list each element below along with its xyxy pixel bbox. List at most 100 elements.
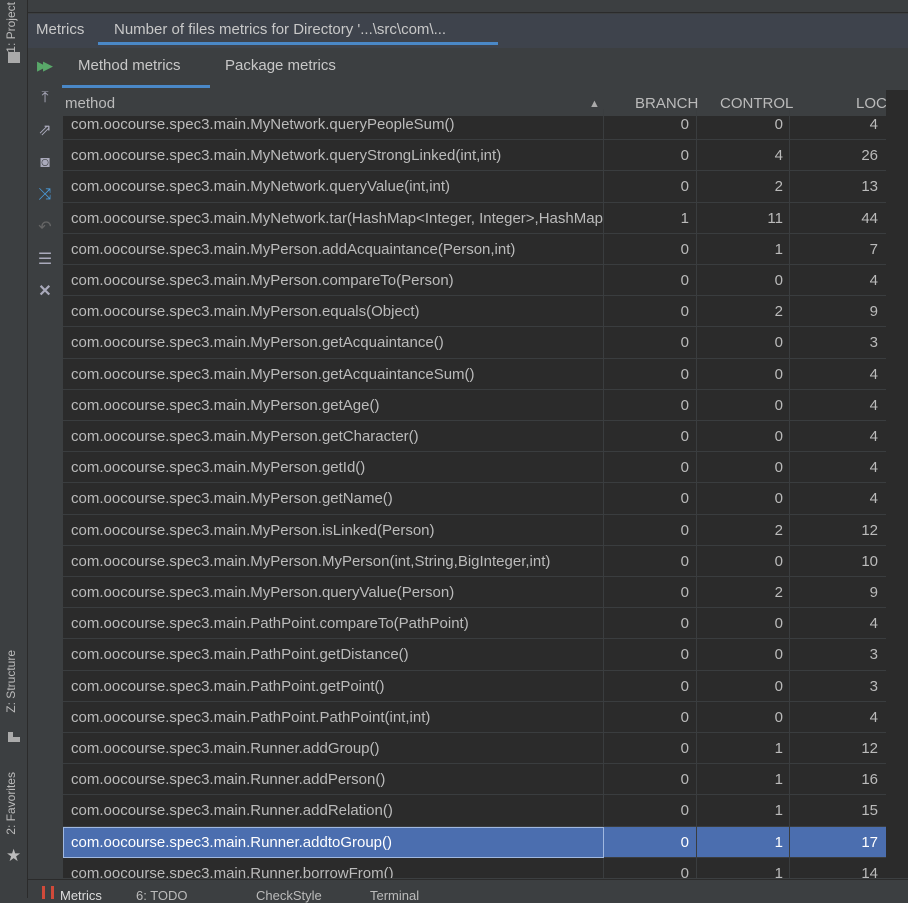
- tab-directory-metrics[interactable]: Number of files metrics for Directory '.…: [114, 21, 446, 38]
- table-row[interactable]: com.oocourse.spec3.main.MyPerson.addAcqu…: [63, 233, 886, 265]
- method-cell: com.oocourse.spec3.main.MyPerson.getAge(…: [63, 389, 604, 421]
- table-row[interactable]: com.oocourse.spec3.main.MyPerson.isLinke…: [63, 514, 886, 546]
- loc-cell: 4: [869, 116, 878, 133]
- structure-tool-button[interactable]: Z: Structure: [4, 650, 18, 713]
- branch-cell: 0: [604, 483, 697, 515]
- control-cell: 0: [697, 545, 790, 577]
- loc-cell: 14: [861, 864, 878, 878]
- control-cell: 0: [697, 701, 790, 733]
- loc-cell: 9: [869, 303, 878, 321]
- undo-icon: ↶: [38, 219, 52, 236]
- method-cell: com.oocourse.spec3.main.PathPoint.compar…: [63, 608, 604, 640]
- control-cell: 0: [697, 483, 790, 515]
- settings-sliders-icon[interactable]: ☰: [35, 250, 55, 270]
- close-icon[interactable]: ✕: [35, 282, 55, 302]
- method-cell: com.oocourse.spec3.main.MyPerson.compare…: [63, 265, 604, 296]
- control-cell: 1: [697, 733, 790, 764]
- project-tool-button[interactable]: 1: Project: [4, 2, 18, 53]
- table-row[interactable]: com.oocourse.spec3.main.MyPerson.getAcqu…: [63, 358, 886, 390]
- method-cell: com.oocourse.spec3.main.MyPerson.getAcqu…: [63, 358, 604, 390]
- control-cell: 11: [697, 202, 790, 234]
- loc-cell: 4: [869, 365, 878, 383]
- table-row[interactable]: com.oocourse.spec3.main.MyPerson.equals(…: [63, 296, 886, 328]
- method-cell: com.oocourse.spec3.main.Runner.addPerson…: [63, 764, 604, 796]
- diff-icon[interactable]: ⤨: [35, 185, 55, 205]
- control-cell: 2: [697, 514, 790, 546]
- bottom-tool-bar: Metrics 6: TODO CheckStyle Terminal: [28, 879, 908, 903]
- table-row[interactable]: com.oocourse.spec3.main.MyNetwork.queryP…: [63, 109, 886, 141]
- method-cell: com.oocourse.spec3.main.Runner.addRelati…: [63, 795, 604, 827]
- control-cell: 1: [697, 764, 790, 796]
- branch-cell: 0: [604, 639, 697, 671]
- table-row[interactable]: com.oocourse.spec3.main.MyPerson.getAge(…: [63, 389, 886, 421]
- table-row[interactable]: com.oocourse.spec3.main.Runner.addPerson…: [63, 764, 886, 796]
- camera-icon[interactable]: ◙: [35, 153, 55, 173]
- table-row[interactable]: com.oocourse.spec3.main.PathPoint.getPoi…: [63, 670, 886, 702]
- control-cell: 0: [697, 389, 790, 421]
- method-cell: com.oocourse.spec3.main.MyPerson.getName…: [63, 483, 604, 515]
- branch-cell: 0: [604, 733, 697, 764]
- tab-package-metrics[interactable]: Package metrics: [225, 57, 336, 74]
- table-row[interactable]: com.oocourse.spec3.main.PathPoint.compar…: [63, 608, 886, 640]
- branch-cell: 0: [604, 358, 697, 390]
- table-row[interactable]: com.oocourse.spec3.main.Runner.addtoGrou…: [63, 826, 886, 858]
- branch-cell: 0: [604, 514, 697, 546]
- loc-cell: 3: [869, 334, 878, 352]
- bottom-tab-todo[interactable]: 6: TODO: [136, 888, 188, 903]
- branch-cell: 0: [604, 857, 697, 878]
- branch-cell: 0: [604, 701, 697, 733]
- branch-cell: 0: [604, 452, 697, 484]
- export-icon[interactable]: ⤒: [35, 88, 55, 108]
- method-cell: com.oocourse.spec3.main.Runner.addtoGrou…: [63, 826, 604, 858]
- method-cell: com.oocourse.spec3.main.MyNetwork.queryV…: [63, 171, 604, 203]
- control-cell: 0: [697, 639, 790, 671]
- branch-cell: 0: [604, 296, 697, 328]
- table-row[interactable]: com.oocourse.spec3.main.Runner.addGroup(…: [63, 733, 886, 765]
- method-cell: com.oocourse.spec3.main.MyPerson.getChar…: [63, 421, 604, 452]
- table-row[interactable]: com.oocourse.spec3.main.MyNetwork.queryS…: [63, 140, 886, 172]
- control-cell: 1: [697, 826, 790, 858]
- loc-cell: 9: [869, 584, 878, 601]
- loc-cell: 4: [869, 615, 878, 633]
- table-row[interactable]: com.oocourse.spec3.main.MyPerson.getName…: [63, 483, 886, 515]
- method-cell: com.oocourse.spec3.main.Runner.borrowFro…: [63, 857, 604, 878]
- favorites-tool-button[interactable]: 2: Favorites: [4, 772, 18, 835]
- loc-cell: 4: [869, 272, 878, 289]
- table-row[interactable]: com.oocourse.spec3.main.PathPoint.PathPo…: [63, 701, 886, 733]
- control-cell: 2: [697, 296, 790, 328]
- table-row[interactable]: com.oocourse.spec3.main.Runner.borrowFro…: [63, 857, 886, 878]
- folder-icon: [8, 52, 20, 63]
- table-row[interactable]: com.oocourse.spec3.main.PathPoint.getDis…: [63, 639, 886, 671]
- loc-cell: 3: [869, 677, 878, 695]
- control-cell: 1: [697, 233, 790, 265]
- bottom-tab-terminal[interactable]: Terminal: [370, 888, 419, 903]
- method-cell: com.oocourse.spec3.main.MyNetwork.tar(Ha…: [63, 202, 604, 234]
- metrics-chart-icon: [42, 886, 54, 899]
- bottom-tab-metrics[interactable]: Metrics: [60, 888, 102, 903]
- table-row[interactable]: com.oocourse.spec3.main.MyNetwork.queryV…: [63, 171, 886, 203]
- run-icon[interactable]: ▶▶: [37, 58, 53, 74]
- branch-cell: 0: [604, 389, 697, 421]
- loc-cell: 44: [861, 209, 878, 227]
- tab-method-metrics[interactable]: Method metrics: [78, 57, 181, 74]
- open-icon[interactable]: ⇗: [35, 121, 55, 141]
- loc-cell: 12: [861, 521, 878, 539]
- loc-cell: 4: [869, 708, 878, 726]
- vertical-scrollbar[interactable]: [886, 90, 908, 878]
- method-cell: com.oocourse.spec3.main.Runner.addGroup(…: [63, 733, 604, 764]
- loc-cell: 7: [869, 240, 878, 258]
- method-cell: com.oocourse.spec3.main.MyPerson.MyPerso…: [63, 545, 604, 577]
- table-row[interactable]: com.oocourse.spec3.main.MyNetwork.tar(Ha…: [63, 202, 886, 234]
- table-row[interactable]: com.oocourse.spec3.main.MyPerson.getAcqu…: [63, 327, 886, 359]
- bottom-tab-checkstyle[interactable]: CheckStyle: [256, 888, 322, 903]
- branch-cell: 0: [604, 140, 697, 172]
- table-row[interactable]: com.oocourse.spec3.main.MyPerson.getChar…: [63, 421, 886, 453]
- table-row[interactable]: com.oocourse.spec3.main.MyPerson.MyPerso…: [63, 545, 886, 577]
- control-cell: 0: [697, 358, 790, 390]
- table-row[interactable]: com.oocourse.spec3.main.MyPerson.compare…: [63, 265, 886, 297]
- table-row[interactable]: com.oocourse.spec3.main.Runner.addRelati…: [63, 795, 886, 827]
- table-row[interactable]: com.oocourse.spec3.main.MyPerson.queryVa…: [63, 577, 886, 609]
- branch-cell: 0: [604, 577, 697, 608]
- table-row[interactable]: com.oocourse.spec3.main.MyPerson.getId()…: [63, 452, 886, 484]
- tab-metrics[interactable]: Metrics: [36, 21, 84, 38]
